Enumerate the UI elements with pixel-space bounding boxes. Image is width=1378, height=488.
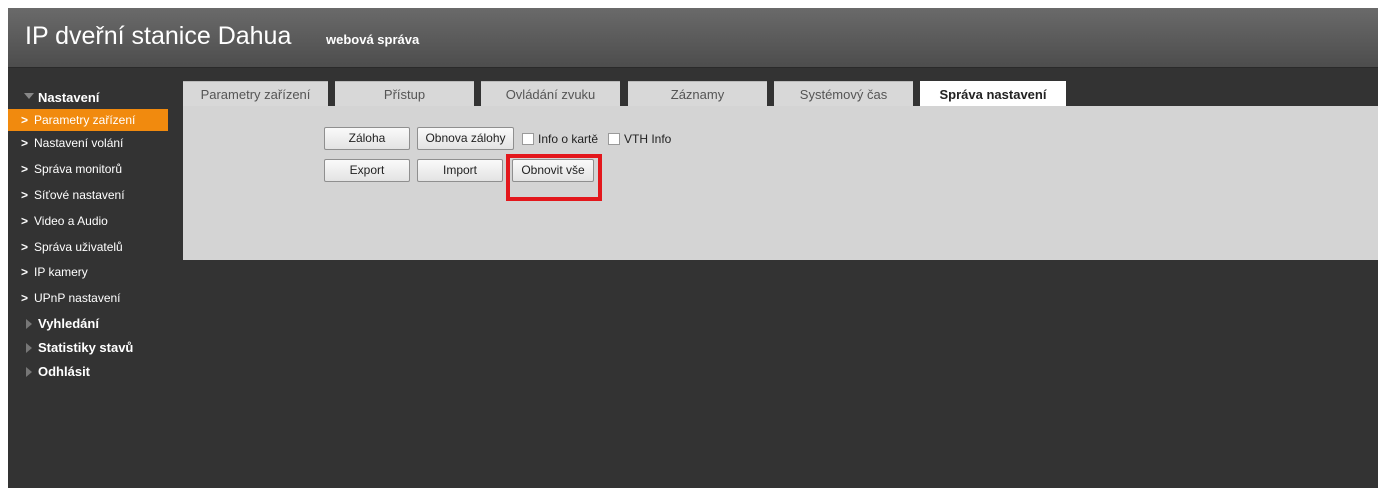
vth-info-label: VTH Info bbox=[624, 132, 672, 146]
chevron-right-icon: > bbox=[21, 265, 29, 280]
sidebar-group-vyhledani[interactable]: Vyhledání bbox=[8, 312, 180, 336]
sidebar-group-label: Nastavení bbox=[38, 90, 100, 105]
sidebar-item-sprava-monitoru[interactable]: > Správa monitorů bbox=[8, 157, 180, 183]
card-info-checkbox[interactable]: Info o kartě bbox=[522, 132, 598, 146]
tab-pristup[interactable]: Přístup bbox=[335, 81, 474, 106]
chevron-right-icon: > bbox=[21, 187, 29, 202]
header-bar: IP dveřní stanice Dahua webová správa bbox=[8, 8, 1378, 68]
collapsed-triangle-icon bbox=[26, 319, 32, 330]
sidebar-item-nastaveni-volani[interactable]: > Nastavení volání bbox=[8, 131, 180, 157]
tab-zaznamy[interactable]: Záznamy bbox=[628, 81, 767, 106]
chevron-right-icon: > bbox=[21, 136, 29, 150]
sidebar-item-label: Síťové nastavení bbox=[34, 187, 125, 202]
card-info-label: Info o kartě bbox=[538, 132, 599, 146]
expanded-triangle-icon bbox=[24, 93, 34, 99]
sidebar-item-label: Nastavení volání bbox=[34, 136, 124, 150]
export-button[interactable]: Export bbox=[324, 159, 410, 182]
settings-management-panel: Záloha Obnova zálohy Info o kartě VTH In… bbox=[183, 106, 1378, 260]
chevron-right-icon: > bbox=[21, 213, 29, 228]
tab-sprava-nastaveni[interactable]: Správa nastavení bbox=[920, 81, 1066, 106]
sidebar-item-label: IP kamery bbox=[34, 265, 88, 280]
sidebar-item-upnp-nastaveni[interactable]: > UPnP nastavení bbox=[8, 286, 180, 312]
sidebar-group-label: Statistiky stavů bbox=[38, 340, 134, 356]
chevron-right-icon: > bbox=[21, 239, 29, 254]
collapsed-triangle-icon bbox=[26, 367, 32, 378]
tab-systemovy-cas[interactable]: Systémový čas bbox=[774, 81, 913, 106]
sidebar-item-sprava-uzivatelu[interactable]: > Správa uživatelů bbox=[8, 235, 180, 261]
sidebar-group-label: Odhlásit bbox=[38, 364, 91, 380]
tab-ovladani-zvuku[interactable]: Ovládání zvuku bbox=[481, 81, 620, 106]
checkbox-box bbox=[608, 133, 620, 145]
sidebar-group-label: Vyhledání bbox=[38, 316, 99, 332]
backup-button[interactable]: Záloha bbox=[324, 127, 410, 150]
sidebar-group-nastaveni[interactable]: Nastavení bbox=[8, 84, 180, 109]
sidebar-item-video-a-audio[interactable]: > Video a Audio bbox=[8, 209, 180, 235]
sidebar-group-odhlasit[interactable]: Odhlásit bbox=[8, 360, 180, 384]
chevron-right-icon: > bbox=[21, 291, 29, 306]
chevron-right-icon: > bbox=[21, 161, 29, 176]
app-window: IP dveřní stanice Dahua webová správa Na… bbox=[8, 8, 1378, 488]
app-title: IP dveřní stanice Dahua bbox=[25, 22, 292, 50]
sidebar-item-parametry-zarizeni[interactable]: > Parametry zařízení bbox=[8, 109, 168, 131]
checkbox-box bbox=[522, 133, 534, 145]
sidebar-item-label: Video a Audio bbox=[34, 213, 108, 228]
sidebar-group-statistiky-stavu[interactable]: Statistiky stavů bbox=[8, 336, 180, 360]
sidebar: Nastavení > Parametry zařízení > Nastave… bbox=[8, 84, 180, 384]
sidebar-item-label: Správa monitorů bbox=[34, 161, 123, 176]
sidebar-item-sitove-nastaveni[interactable]: > Síťové nastavení bbox=[8, 183, 180, 209]
vth-info-checkbox[interactable]: VTH Info bbox=[608, 132, 671, 146]
sidebar-item-label: Parametry zařízení bbox=[34, 113, 136, 127]
sidebar-item-label: Správa uživatelů bbox=[34, 239, 123, 254]
sidebar-item-label: UPnP nastavení bbox=[34, 291, 121, 306]
chevron-right-icon: > bbox=[21, 113, 29, 127]
restore-backup-button[interactable]: Obnova zálohy bbox=[417, 127, 514, 150]
tab-parametry-zarizeni[interactable]: Parametry zařízení bbox=[183, 81, 328, 106]
collapsed-triangle-icon bbox=[26, 343, 32, 354]
sidebar-item-ip-kamery[interactable]: > IP kamery bbox=[8, 260, 180, 286]
highlight-frame bbox=[506, 154, 602, 201]
import-button[interactable]: Import bbox=[417, 159, 503, 182]
app-subtitle: webová správa bbox=[326, 32, 420, 47]
